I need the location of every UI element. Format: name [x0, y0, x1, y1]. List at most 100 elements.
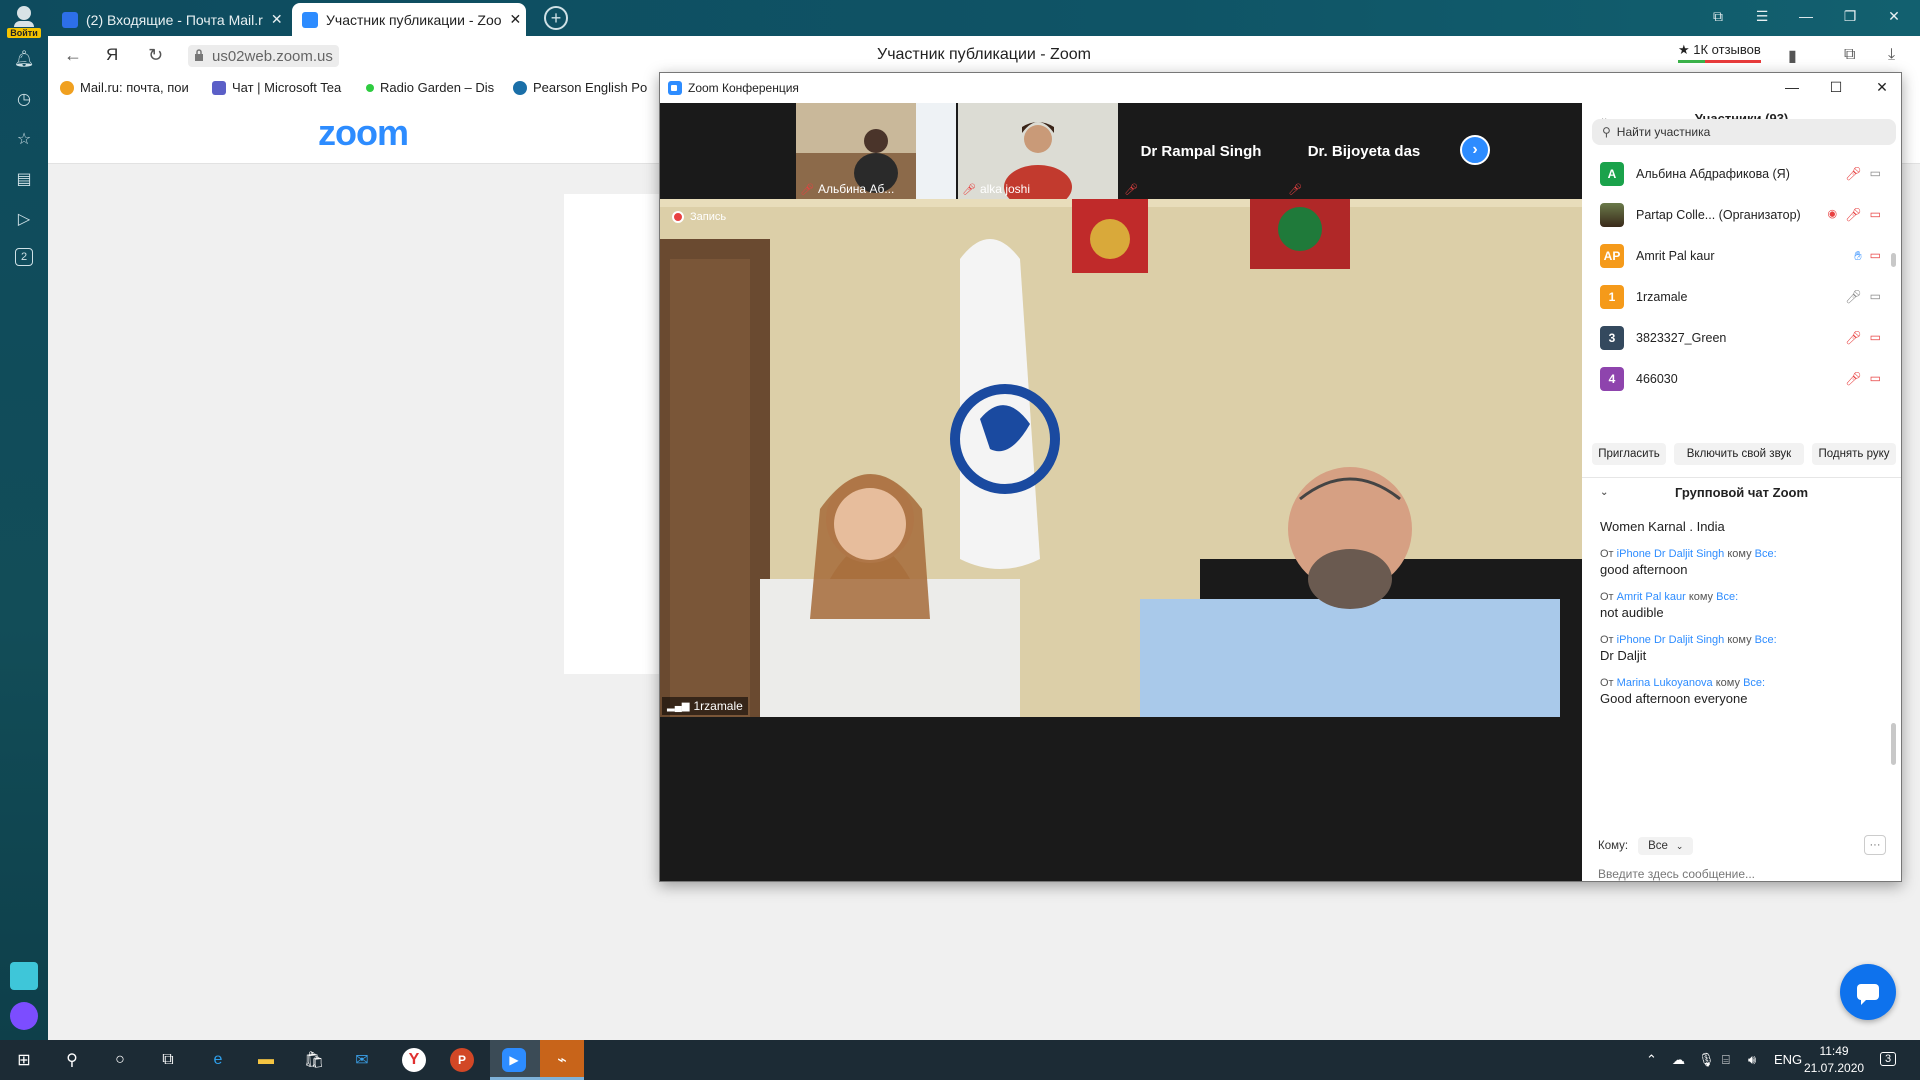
language-indicator[interactable]: ENG	[1774, 1052, 1802, 1067]
muted-mic-icon[interactable]: 🎤︎	[1845, 371, 1862, 387]
back-icon[interactable]: ←	[64, 45, 82, 66]
active-speaker-video[interactable]: Запись ▂▄▆ 1rzamale	[660, 199, 1582, 717]
message-sender[interactable]: iPhone Dr Daljit Singh	[1617, 634, 1725, 646]
thumbnail-name: Альбина Аб...	[817, 182, 895, 196]
cortana-icon[interactable]: ○	[108, 1048, 132, 1072]
collections-icon[interactable]: ▤	[13, 168, 35, 190]
star-icon[interactable]: ☆	[13, 128, 35, 150]
url-field[interactable]: us02web.zoom.us	[188, 45, 339, 67]
participant-row[interactable]: 1 1rzamale 🎤︎ ▭	[1582, 276, 1887, 317]
alice-icon[interactable]	[10, 1002, 38, 1030]
maximize-icon[interactable]: ❐	[1838, 8, 1862, 25]
reviews-badge[interactable]: ★ 1К отзывов	[1678, 42, 1761, 63]
edge-icon[interactable]: e	[206, 1048, 230, 1072]
bookmark-label: Mail.ru: почта, пои	[80, 80, 189, 95]
bookmark-mailru[interactable]: Mail.ru: почта, пои	[60, 80, 189, 95]
volume-icon[interactable]: 🔊︎	[1748, 1052, 1756, 1068]
invite-button[interactable]: Пригласить	[1592, 443, 1666, 465]
app-wave-icon[interactable]: ⌁	[550, 1048, 574, 1072]
microphone-icon[interactable]: 🎙︎	[1698, 1052, 1715, 1068]
tab-zoom[interactable]: Участник публикации - Zoo ✕	[292, 3, 526, 36]
notifications-icon[interactable]: 3	[1880, 1052, 1897, 1066]
close-icon[interactable]: ✕	[510, 11, 522, 28]
tab-mail[interactable]: (2) Входящие - Почта Mail.r ✕	[52, 3, 284, 36]
bookmark-pearson[interactable]: Pearson English Po	[513, 80, 647, 95]
minimize-icon[interactable]: —	[1782, 79, 1802, 95]
extensions-icon[interactable]: ⧉	[1844, 46, 1855, 64]
close-icon[interactable]: ✕	[1872, 79, 1892, 96]
message-sender[interactable]: Marina Lukoyanova	[1617, 677, 1713, 689]
maximize-icon[interactable]: ☐	[1826, 79, 1846, 96]
message-sender[interactable]: iPhone Dr Daljit Singh	[1617, 548, 1725, 560]
new-tab-button[interactable]: +	[544, 6, 568, 30]
minimize-icon[interactable]: —	[1794, 8, 1818, 24]
reload-icon[interactable]: ↻	[148, 45, 163, 66]
windows-start-icon[interactable]: ⊞	[12, 1048, 36, 1072]
download-icon[interactable]: ⤓	[1888, 46, 1895, 64]
bookmark-icon[interactable]: ▮	[1788, 46, 1797, 66]
camera-off-icon[interactable]: ▭	[1870, 371, 1881, 387]
cloud-icon[interactable]: ☁	[1672, 1052, 1685, 1068]
user-login[interactable]: Войти	[6, 6, 42, 38]
muted-mic-icon[interactable]: 🎤︎	[1845, 330, 1862, 346]
participant-row[interactable]: A Альбина Абдрафикова (Я) 🎤︎ ▭	[1582, 153, 1887, 194]
messenger-icon[interactable]	[10, 962, 38, 990]
thumbnail-video[interactable]: 🎤︎ alka joshi	[958, 103, 1118, 199]
close-window-icon[interactable]: ✕	[1882, 8, 1906, 25]
more-options-button[interactable]: ···	[1864, 835, 1886, 855]
camera-off-icon[interactable]: ▭	[1870, 207, 1881, 223]
yandex-browser-icon[interactable]: Y	[402, 1048, 426, 1072]
recipient-select[interactable]: Все ⌄	[1638, 837, 1694, 855]
thumbnail-no-video[interactable]: Dr. Bijoyeta das 🎤︎	[1284, 103, 1444, 199]
participant-row[interactable]: 3 3823327_Green 🎤︎ ▭	[1582, 317, 1887, 358]
participants-scrollbar[interactable]	[1891, 253, 1896, 267]
mail-icon[interactable]: ✉	[350, 1048, 374, 1072]
chevron-up-icon[interactable]: ⌃	[1646, 1052, 1657, 1068]
raise-hand-button[interactable]: Поднять руку	[1812, 443, 1896, 465]
network-icon[interactable]: ⌸	[1722, 1052, 1730, 1068]
system-clock[interactable]: 11:49 21.07.2020	[1804, 1043, 1864, 1077]
video-icon[interactable]: ▷	[13, 208, 35, 230]
close-icon[interactable]: ✕	[271, 11, 283, 28]
menu-icon[interactable]: ☰	[1750, 8, 1774, 25]
chevron-down-icon[interactable]: ⌄	[1600, 487, 1608, 498]
next-page-button[interactable]: ›	[1460, 135, 1490, 165]
zoom-logo[interactable]: zoom	[318, 112, 409, 154]
unmute-button[interactable]: Включить свой звук	[1674, 443, 1804, 465]
teams-icon	[212, 80, 226, 95]
muted-mic-icon[interactable]: 🎤︎	[1845, 166, 1862, 182]
chat-messages: Women Karnal . India От iPhone Dr Daljit…	[1582, 517, 1892, 785]
message-sender[interactable]: Amrit Pal kaur	[1617, 591, 1686, 603]
camera-icon[interactable]: ▭	[1870, 166, 1881, 182]
store-icon[interactable]: 🛍︎	[302, 1048, 326, 1072]
participant-row[interactable]: Partap Colle... (Организатор) ◉ 🎤︎ ▭	[1582, 194, 1887, 235]
powerpoint-icon[interactable]: P	[450, 1048, 474, 1072]
history-icon[interactable]: ◷	[13, 88, 35, 110]
bookmark-teams[interactable]: Чат | Microsoft Tea	[212, 80, 341, 95]
chat-message: От iPhone Dr Daljit Singh кому Все: good…	[1582, 548, 1892, 577]
bookmark-panel-icon[interactable]: ⧉	[1706, 8, 1730, 25]
zoom-taskbar-icon[interactable]: ▶	[502, 1048, 526, 1072]
participant-name: 3823327_Green	[1636, 330, 1727, 345]
yandex-icon[interactable]: Я	[106, 45, 118, 65]
muted-mic-icon[interactable]: 🎤︎	[1845, 207, 1862, 223]
participant-row[interactable]: AP Amrit Pal kaur ✋︎ ▭	[1582, 235, 1887, 276]
thumbnail-video[interactable]: 🎤︎ Альбина Аб...	[796, 103, 956, 199]
tabs-count-icon[interactable]: 2	[15, 248, 33, 266]
camera-off-icon[interactable]: ▭	[1870, 248, 1881, 264]
bookmark-radio[interactable]: Radio Garden – Dis	[366, 80, 494, 95]
participant-row[interactable]: 4 466030 🎤︎ ▭	[1582, 358, 1887, 395]
bell-icon[interactable]: 🔔︎	[13, 48, 35, 70]
search-icon[interactable]: ⚲	[60, 1048, 84, 1072]
participant-search-input[interactable]: ⚲ Найти участника	[1592, 119, 1896, 145]
mail-icon	[62, 11, 78, 28]
chat-scrollbar[interactable]	[1891, 723, 1896, 765]
support-chat-button[interactable]	[1840, 964, 1896, 1020]
camera-icon[interactable]: ▭	[1870, 289, 1881, 305]
thumbnail-no-video[interactable]: Dr Rampal Singh 🎤︎	[1120, 103, 1282, 199]
file-explorer-icon[interactable]: ▬	[254, 1048, 278, 1072]
task-view-icon[interactable]: ⧉	[156, 1048, 180, 1072]
chat-message-input[interactable]: Введите здесь сообщение...	[1598, 867, 1755, 881]
mic-icon[interactable]: 🎤︎	[1845, 289, 1862, 305]
camera-off-icon[interactable]: ▭	[1870, 330, 1881, 346]
